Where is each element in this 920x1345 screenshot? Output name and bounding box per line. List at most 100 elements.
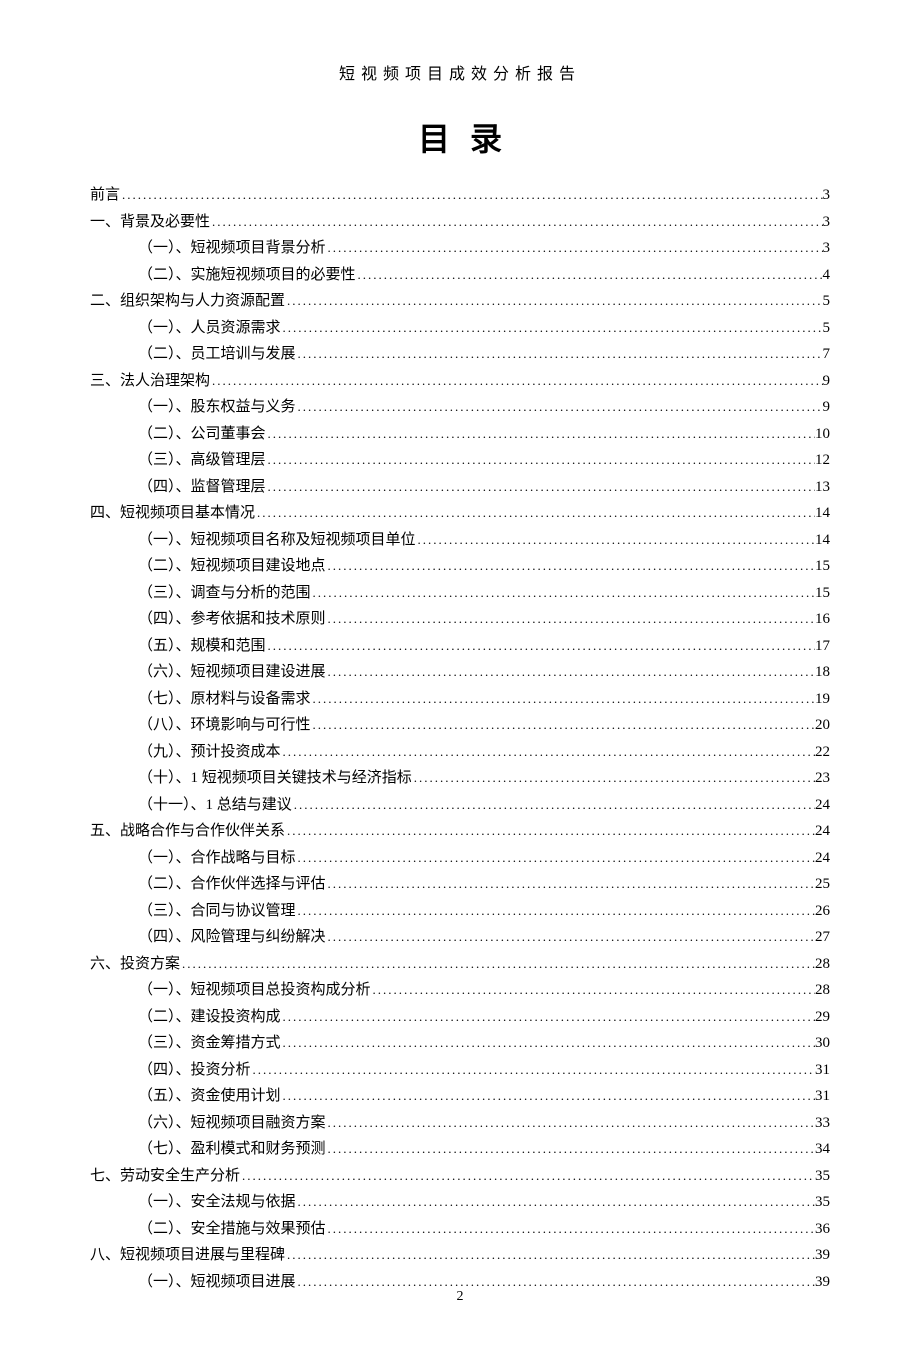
toc-entry: （二）、员工培训与发展7 <box>90 341 830 368</box>
toc-entry-label: （一）、短视频项目名称及短视频项目单位 <box>138 528 416 554</box>
toc-entry-page: 24 <box>815 793 830 819</box>
toc-leader-dots <box>356 262 823 288</box>
toc-entry-page: 23 <box>815 766 830 792</box>
toc-entry-page: 27 <box>815 925 830 951</box>
toc-entry-page: 26 <box>815 899 830 925</box>
toc-entry-page: 3 <box>823 236 831 262</box>
toc-entry-label: 五、战略合作与合作伙伴关系 <box>90 819 285 845</box>
toc-entry-page: 18 <box>815 660 830 686</box>
toc-entry-label: （九）、预计投资成本 <box>138 740 281 766</box>
toc-entry-label: （七）、盈利模式和财务预测 <box>138 1137 326 1163</box>
toc-entry: （一）、合作战略与目标24 <box>90 845 830 872</box>
toc-entry-label: （二）、合作伙伴选择与评估 <box>138 872 326 898</box>
toc-entry-page: 35 <box>815 1190 830 1216</box>
toc-entry: 七、劳动安全生产分析35 <box>90 1163 830 1190</box>
toc-leader-dots <box>281 1004 815 1030</box>
toc-entry: （一）、短视频项目总投资构成分析28 <box>90 977 830 1004</box>
toc-entry-page: 28 <box>815 978 830 1004</box>
toc-entry-label: 四、短视频项目基本情况 <box>90 501 255 527</box>
toc-entry-label: （八）、环境影响与可行性 <box>138 713 311 739</box>
toc-entry-label: （一）、人员资源需求 <box>138 316 281 342</box>
toc-entry-label: （五）、资金使用计划 <box>138 1084 281 1110</box>
toc-entry-page: 13 <box>815 475 830 501</box>
page-header: 短视频项目成效分析报告 <box>90 60 830 84</box>
toc-leader-dots <box>266 633 815 659</box>
toc-leader-dots <box>326 235 823 261</box>
toc-entry: （六）、短视频项目建设进展18 <box>90 659 830 686</box>
toc-leader-dots <box>281 739 815 765</box>
toc-entry-page: 33 <box>815 1111 830 1137</box>
toc-entry-page: 31 <box>815 1084 830 1110</box>
toc-leader-dots <box>180 951 815 977</box>
toc-entry-page: 3 <box>823 183 831 209</box>
toc-entry-label: （一）、合作战略与目标 <box>138 846 296 872</box>
toc-entry-label: （三）、资金筹措方式 <box>138 1031 281 1057</box>
toc-entry: 八、短视频项目进展与里程碑39 <box>90 1242 830 1269</box>
toc-leader-dots <box>285 818 815 844</box>
toc-entry-page: 19 <box>815 687 830 713</box>
toc-entry-page: 15 <box>815 554 830 580</box>
toc-entry: （四）、风险管理与纠纷解决 27 <box>90 924 830 951</box>
toc-leader-dots <box>326 553 815 579</box>
toc-entry: 三、法人治理架构 9 <box>90 368 830 395</box>
toc-entry-label: （十一）、1 总结与建议 <box>138 793 292 819</box>
toc-entry-page: 3 <box>823 210 831 236</box>
toc-leader-dots <box>255 500 815 526</box>
toc-leader-dots <box>296 394 823 420</box>
toc-leader-dots <box>412 765 815 791</box>
toc-entry: （一）、短视频项目名称及短视频项目单位14 <box>90 527 830 554</box>
toc-leader-dots <box>210 209 822 235</box>
toc-leader-dots <box>296 845 815 871</box>
toc-entry-page: 29 <box>815 1005 830 1031</box>
toc-entry-page: 30 <box>815 1031 830 1057</box>
toc-leader-dots <box>326 606 815 632</box>
toc-entry: （三）、资金筹措方式 30 <box>90 1030 830 1057</box>
toc-leader-dots <box>311 580 815 606</box>
toc-entry-label: （七）、原材料与设备需求 <box>138 687 311 713</box>
toc-entry-label: （四）、风险管理与纠纷解决 <box>138 925 326 951</box>
toc-leader-dots <box>296 341 823 367</box>
toc-leader-dots <box>281 315 823 341</box>
toc-leader-dots <box>266 447 815 473</box>
toc-entry-page: 34 <box>815 1137 830 1163</box>
toc-entry: 一、背景及必要性 3 <box>90 209 830 236</box>
toc-entry-label: （四）、投资分析 <box>138 1058 251 1084</box>
toc-entry-page: 25 <box>815 872 830 898</box>
toc-entry: （九）、预计投资成本 22 <box>90 739 830 766</box>
toc-entry: （五）、资金使用计划 31 <box>90 1083 830 1110</box>
toc-entry-label: 三、法人治理架构 <box>90 369 210 395</box>
toc-entry: （七）、原材料与设备需求 19 <box>90 686 830 713</box>
toc-entry-page: 17 <box>815 634 830 660</box>
toc-entry: 前言3 <box>90 182 830 209</box>
toc-entry-label: （三）、调查与分析的范围 <box>138 581 311 607</box>
toc-entry: 五、战略合作与合作伙伴关系24 <box>90 818 830 845</box>
toc-entry-page: 10 <box>815 422 830 448</box>
toc-entry-label: （一）、股东权益与义务 <box>138 395 296 421</box>
toc-entry-page: 31 <box>815 1058 830 1084</box>
toc-entry-page: 35 <box>815 1164 830 1190</box>
toc-leader-dots <box>296 1189 815 1215</box>
toc-entry-label: （三）、合同与协议管理 <box>138 899 296 925</box>
toc-entry-label: 一、背景及必要性 <box>90 210 210 236</box>
toc-entry-label: （四）、监督管理层 <box>138 475 266 501</box>
toc-entry-page: 22 <box>815 740 830 766</box>
toc-leader-dots <box>285 288 822 314</box>
toc-entry-page: 5 <box>823 316 831 342</box>
toc-entry: 六、投资方案 28 <box>90 951 830 978</box>
toc-leader-dots <box>326 1110 815 1136</box>
toc-leader-dots <box>285 1242 815 1268</box>
toc-entry-label: 六、投资方案 <box>90 952 180 978</box>
toc-leader-dots <box>326 924 815 950</box>
toc-leader-dots <box>292 792 815 818</box>
toc-entry-page: 20 <box>815 713 830 739</box>
toc-entry: （二）、安全措施与效果预估36 <box>90 1216 830 1243</box>
toc-entry-label: （四）、参考依据和技术原则 <box>138 607 326 633</box>
toc-entry: （三）、调查与分析的范围15 <box>90 580 830 607</box>
toc-title: 目录 <box>90 114 830 160</box>
toc-leader-dots <box>251 1057 815 1083</box>
toc-entry: （三）、高级管理层12 <box>90 447 830 474</box>
toc-leader-dots <box>311 686 815 712</box>
toc-entry-label: （一）、安全法规与依据 <box>138 1190 296 1216</box>
toc-entry: （四）、参考依据和技术原则16 <box>90 606 830 633</box>
toc-entry-label: （五）、规模和范围 <box>138 634 266 660</box>
